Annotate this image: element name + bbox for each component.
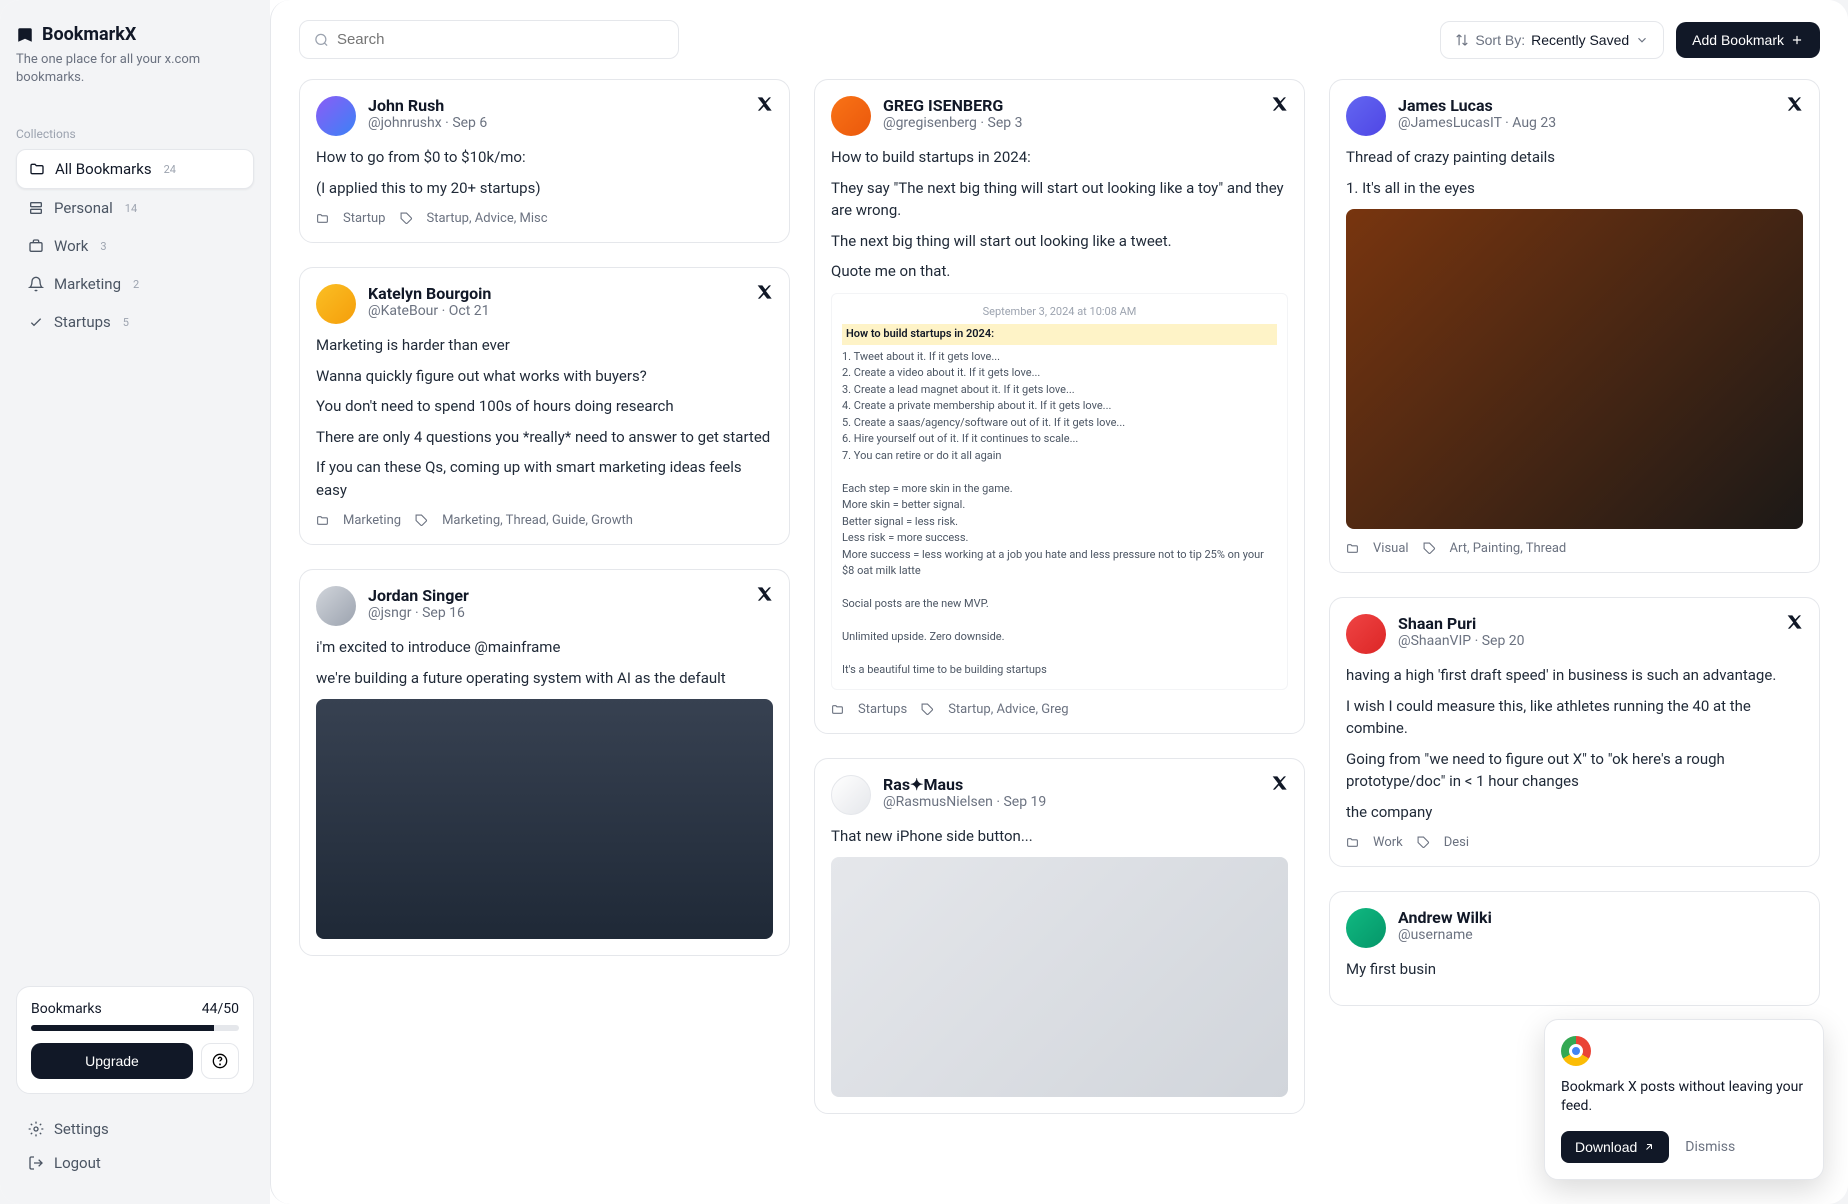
upgrade-label: Bookmarks (31, 1001, 102, 1017)
tag-icon (1417, 836, 1430, 849)
bookmarks-grid: John Rush @johnrushx · Sep 6 How to go f… (271, 79, 1848, 1142)
topbar: Sort By: Recently Saved Add Bookmark (271, 0, 1848, 79)
author-name: Ras✦Maus (883, 775, 1260, 794)
attached-image (831, 857, 1288, 1097)
tag-icon (921, 703, 934, 716)
dismiss-button[interactable]: Dismiss (1685, 1139, 1735, 1155)
author-name: James Lucas (1398, 96, 1775, 115)
bookmark-card[interactable]: John Rush @johnrushx · Sep 6 How to go f… (299, 79, 790, 243)
help-icon (212, 1053, 228, 1069)
author-name: Katelyn Bourgoin (368, 284, 745, 303)
author-meta: @gregisenberg · Sep 3 (883, 115, 1260, 131)
add-bookmark-button[interactable]: Add Bookmark (1676, 22, 1820, 58)
rocket-icon (28, 314, 44, 330)
sidebar-item-personal[interactable]: Personal 14 (16, 189, 254, 227)
search-input[interactable] (337, 31, 664, 48)
external-link-icon (1643, 1141, 1655, 1153)
upgrade-box: Bookmarks 44/50 Upgrade (16, 986, 254, 1094)
chrome-icon (1561, 1036, 1591, 1066)
upgrade-count: 44/50 (202, 1001, 239, 1017)
sidebar-item-startups[interactable]: Startups 5 (16, 303, 254, 341)
bell-icon (28, 276, 44, 292)
sort-icon (1455, 33, 1469, 47)
author-meta: @RasmusNielsen · Sep 19 (883, 794, 1260, 810)
x-logo-icon (1787, 614, 1803, 630)
x-logo-icon (757, 284, 773, 300)
x-logo-icon (757, 96, 773, 112)
briefcase-icon (28, 238, 44, 254)
sidebar-item-all-bookmarks[interactable]: All Bookmarks 24 (16, 149, 254, 189)
author-meta: @KateBour · Oct 21 (368, 303, 745, 319)
author-meta: @ShaanVIP · Sep 20 (1398, 633, 1775, 649)
download-button[interactable]: Download (1561, 1131, 1669, 1163)
plus-icon (1790, 33, 1804, 47)
help-button[interactable] (201, 1043, 239, 1079)
chevron-down-icon (1635, 33, 1649, 47)
extension-toast: Bookmark X posts without leaving your fe… (1544, 1019, 1824, 1180)
sidebar-item-work[interactable]: Work 3 (16, 227, 254, 265)
avatar (831, 775, 871, 815)
sidebar-item-settings[interactable]: Settings (16, 1112, 254, 1146)
author-name: John Rush (368, 96, 745, 115)
bookmark-card[interactable]: Andrew Wilki @username My first busin (1329, 891, 1820, 1006)
logout-icon (28, 1155, 44, 1171)
avatar (1346, 908, 1386, 948)
bookmark-card[interactable]: Katelyn Bourgoin @KateBour · Oct 21 Mark… (299, 267, 790, 545)
tag-icon (1423, 542, 1436, 555)
bookmark-card[interactable]: James Lucas @JamesLucasIT · Aug 23 Threa… (1329, 79, 1820, 573)
attached-image (316, 699, 773, 939)
x-logo-icon (1787, 96, 1803, 112)
brand-name: BookmarkX (42, 24, 136, 45)
avatar (316, 284, 356, 324)
folder-icon (29, 161, 45, 177)
bookmark-logo-icon (16, 26, 34, 44)
stack-icon (28, 200, 44, 216)
bookmark-card[interactable]: Jordan Singer @jsngr · Sep 16 i'm excite… (299, 569, 790, 956)
author-name: Jordan Singer (368, 586, 745, 605)
x-logo-icon (757, 586, 773, 602)
author-meta: @JamesLucasIT · Aug 23 (1398, 115, 1775, 131)
sort-button[interactable]: Sort By: Recently Saved (1440, 21, 1664, 59)
folder-icon (316, 514, 329, 527)
upgrade-button[interactable]: Upgrade (31, 1043, 193, 1079)
bookmark-card[interactable]: Shaan Puri @ShaanVIP · Sep 20 having a h… (1329, 597, 1820, 867)
author-name: Andrew Wilki (1398, 908, 1803, 927)
tag-icon (400, 212, 413, 225)
sidebar-item-marketing[interactable]: Marketing 2 (16, 265, 254, 303)
brand: BookmarkX (16, 24, 254, 45)
author-meta: @jsngr · Sep 16 (368, 605, 745, 621)
search-box[interactable] (299, 20, 679, 59)
tag-icon (415, 514, 428, 527)
embedded-note: September 3, 2024 at 10:08 AM How to bui… (831, 293, 1288, 690)
sidebar-item-logout[interactable]: Logout (16, 1146, 254, 1180)
x-logo-icon (1272, 775, 1288, 791)
attached-image (1346, 209, 1803, 529)
author-meta: @johnrushx · Sep 6 (368, 115, 745, 131)
folder-icon (1346, 836, 1359, 849)
folder-icon (316, 212, 329, 225)
gear-icon (28, 1121, 44, 1137)
folder-icon (1346, 542, 1359, 555)
brand-tagline: The one place for all your x.com bookmar… (16, 51, 254, 87)
folder-icon (831, 703, 844, 716)
avatar (1346, 96, 1386, 136)
collections-label: Collections (16, 127, 254, 141)
bookmark-card[interactable]: Ras✦Maus @RasmusNielsen · Sep 19 That ne… (814, 758, 1305, 1115)
avatar (316, 96, 356, 136)
sidebar: BookmarkX The one place for all your x.c… (0, 0, 270, 1204)
x-logo-icon (1272, 96, 1288, 112)
author-meta: @username (1398, 927, 1803, 943)
avatar (1346, 614, 1386, 654)
author-name: Shaan Puri (1398, 614, 1775, 633)
search-icon (314, 32, 329, 48)
avatar (316, 586, 356, 626)
bookmark-card[interactable]: GREG ISENBERG @gregisenberg · Sep 3 How … (814, 79, 1305, 734)
author-name: GREG ISENBERG (883, 96, 1260, 115)
toast-message: Bookmark X posts without leaving your fe… (1561, 1078, 1807, 1117)
upgrade-progress (31, 1025, 239, 1031)
avatar (831, 96, 871, 136)
